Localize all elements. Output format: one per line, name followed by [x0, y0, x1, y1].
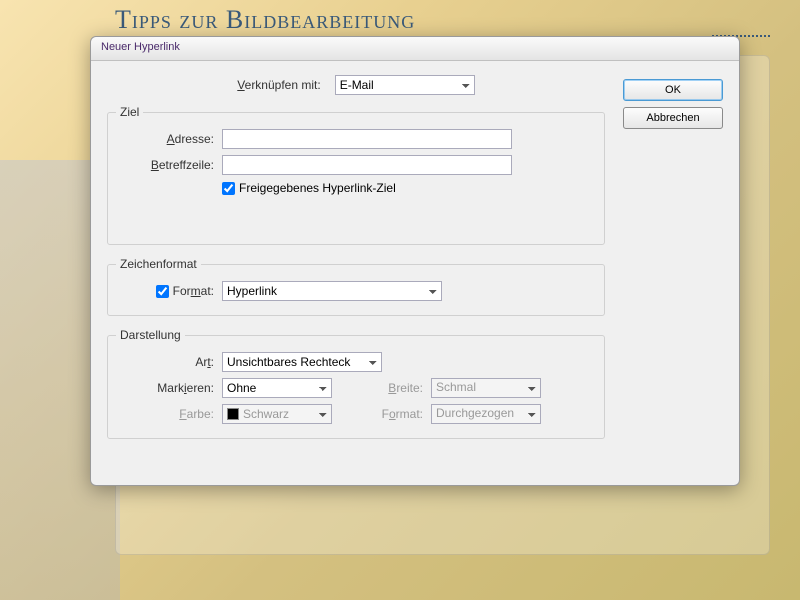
formatd-combo: Durchgezogen — [431, 404, 541, 424]
link-with-label: Verknüpfen mit: — [237, 78, 328, 92]
format-checkbox[interactable] — [156, 285, 169, 298]
dialog-title: Neuer Hyperlink — [101, 41, 180, 53]
page-header: Tipps zur Bildbearbeitung — [115, 5, 770, 35]
link-with-combo[interactable]: E-Mail — [335, 75, 475, 95]
breite-label: Breite: — [371, 381, 431, 395]
shared-check-row[interactable]: Freigegebenes Hyperlink-Ziel — [222, 181, 396, 195]
breite-combo: Schmal — [431, 378, 541, 398]
markieren-combo[interactable]: Ohne — [222, 378, 332, 398]
farbe-combo: Schwarz — [222, 404, 332, 424]
color-swatch — [227, 408, 239, 420]
dialog-main: Verknüpfen mit: E-Mail Ziel Adresse: Bet… — [107, 75, 605, 451]
zeichenformat-group: Zeichenformat Format: Hyperlink — [107, 257, 605, 316]
hyperlink-dialog: Neuer Hyperlink OK Abbrechen Verknüpfen … — [90, 36, 740, 486]
farbe-label: Farbe: — [116, 407, 222, 421]
format-label-wrap: Format: — [116, 284, 222, 298]
shared-checkbox[interactable] — [222, 182, 235, 195]
ziel-group: Ziel Adresse: Betreffzeile: Freigegebene… — [107, 105, 605, 245]
zeichenformat-legend: Zeichenformat — [116, 257, 201, 271]
darstellung-group: Darstellung Art: Unsichtbares Rechteck M… — [107, 328, 605, 439]
farbe-value: Schwarz — [243, 407, 289, 421]
formatd-value: Durchgezogen — [436, 406, 514, 420]
betreff-label: Betreffzeile: — [116, 158, 222, 172]
art-label: Art: — [116, 355, 222, 369]
format-combo[interactable]: Hyperlink — [222, 281, 442, 301]
dialog-titlebar[interactable]: Neuer Hyperlink — [91, 37, 739, 61]
ziel-legend: Ziel — [116, 105, 143, 119]
cancel-button[interactable]: Abbrechen — [623, 107, 723, 129]
dialog-buttons: OK Abbrechen — [623, 75, 723, 135]
format-label: Format: — [173, 284, 214, 298]
darstellung-legend: Darstellung — [116, 328, 185, 342]
shared-label: Freigegebenes Hyperlink-Ziel — [239, 181, 396, 195]
art-combo[interactable]: Unsichtbares Rechteck — [222, 352, 382, 372]
link-with-row: Verknüpfen mit: E-Mail — [107, 75, 605, 95]
adresse-label: Adresse: — [116, 132, 222, 146]
dialog-body: OK Abbrechen Verknüpfen mit: E-Mail Ziel… — [91, 61, 739, 485]
adresse-input[interactable] — [222, 129, 512, 149]
formatd-label: Format: — [371, 407, 431, 421]
breite-value: Schmal — [436, 380, 476, 394]
ok-button[interactable]: OK — [623, 79, 723, 101]
betreff-input[interactable] — [222, 155, 512, 175]
markieren-label: Markieren: — [116, 381, 222, 395]
page-title: Tipps zur Bildbearbeitung — [115, 5, 770, 35]
